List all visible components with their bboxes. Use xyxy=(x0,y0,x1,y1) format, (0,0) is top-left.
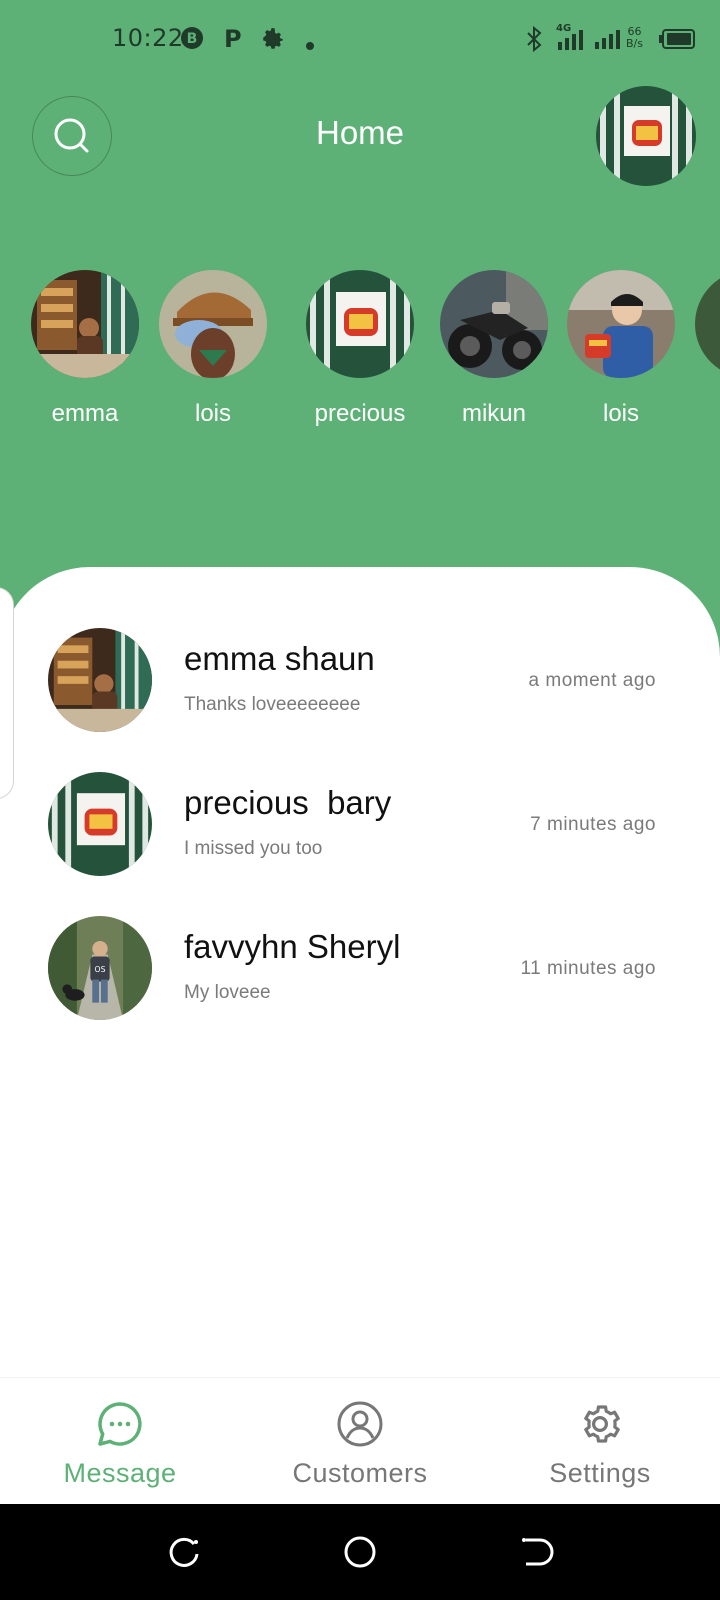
story-item[interactable]: mikun xyxy=(439,270,549,428)
tab-message[interactable]: Message xyxy=(0,1378,240,1505)
story-name: mikun xyxy=(461,400,527,427)
chat-time: a moment ago xyxy=(528,670,656,691)
chat-message: Thanks loveeeeeeee xyxy=(184,694,361,715)
story-item[interactable]: lois xyxy=(566,270,676,428)
story-item[interactable]: fa xyxy=(694,270,720,428)
chat-time: 7 minutes ago xyxy=(530,814,656,835)
tab-customers[interactable]: Customers xyxy=(240,1378,480,1505)
chat-item[interactable]: emma shaun Thanks loveeeeeeee a moment a… xyxy=(0,628,720,758)
story-avatar xyxy=(306,270,414,378)
svg-text:P: P xyxy=(224,26,242,50)
story-item[interactable]: lois xyxy=(158,270,268,428)
user-circle-icon xyxy=(337,1401,383,1447)
chat-message: My loveee xyxy=(184,982,271,1003)
netspeed-unit: B/s xyxy=(626,37,643,50)
story-avatar xyxy=(31,270,139,378)
chat-name: favvyhn Sheryl xyxy=(184,928,401,965)
chat-avatar xyxy=(48,772,152,876)
chat-name: precious bary xyxy=(184,784,392,821)
status-time: 10:22 xyxy=(112,24,184,52)
svg-text:B: B xyxy=(187,31,198,47)
chat-avatar xyxy=(48,628,152,732)
drawer-handle[interactable] xyxy=(0,587,14,799)
tab-label: Settings xyxy=(549,1458,651,1488)
story-item[interactable]: emma xyxy=(30,270,140,428)
chat-item[interactable]: OS favvyhn Sheryl My loveee 11 minutes a… xyxy=(0,916,720,1046)
battery-icon xyxy=(658,29,696,53)
tab-label: Message xyxy=(63,1458,177,1488)
svg-text:OS: OS xyxy=(95,965,106,974)
gear-icon xyxy=(584,1405,620,1443)
story-item[interactable]: precious xyxy=(305,270,415,428)
profile-avatar[interactable] xyxy=(596,86,696,186)
dot-icon xyxy=(306,35,314,54)
netspeed: 66 B/s xyxy=(626,26,643,50)
recent-apps-icon[interactable] xyxy=(166,1534,202,1570)
home-icon[interactable] xyxy=(342,1534,378,1570)
tab-settings[interactable]: Settings xyxy=(480,1378,720,1505)
story-avatar xyxy=(440,270,548,378)
story-name: precious xyxy=(314,400,406,427)
chat-name: emma shaun xyxy=(184,640,375,677)
story-name: lois xyxy=(194,400,231,427)
story-name: lois xyxy=(602,400,639,427)
chat-message: I missed you too xyxy=(184,838,323,859)
b-circle-icon: B xyxy=(180,26,204,54)
gear-icon xyxy=(260,26,286,56)
bluetooth-icon xyxy=(524,25,544,56)
chat-avatar: OS xyxy=(48,916,152,1020)
story-avatar xyxy=(159,270,267,378)
network-type: 4G xyxy=(556,23,571,34)
story-name: fa xyxy=(694,400,720,428)
back-icon[interactable] xyxy=(518,1534,554,1570)
story-name: emma xyxy=(51,400,119,427)
chat-item[interactable]: precious bary I missed you too 7 minutes… xyxy=(0,772,720,902)
message-icon xyxy=(98,1402,142,1446)
status-bar: 10:22 B P 4G 66 B/s xyxy=(0,0,720,80)
tab-label: Customers xyxy=(292,1458,428,1488)
stories-row: emma lois precious mikun lois xyxy=(0,270,720,440)
story-avatar xyxy=(695,270,720,378)
system-nav-bar xyxy=(0,1504,720,1600)
signal-icon: 4G xyxy=(556,22,588,56)
story-avatar xyxy=(567,270,675,378)
chat-panel: emma shaun Thanks loveeeeeeee a moment a… xyxy=(0,567,720,1377)
p-icon: P xyxy=(220,25,244,54)
signal-icon xyxy=(594,28,622,54)
bottom-tab-bar: Message Customers Settings xyxy=(0,1377,720,1504)
chat-time: 11 minutes ago xyxy=(520,958,656,979)
